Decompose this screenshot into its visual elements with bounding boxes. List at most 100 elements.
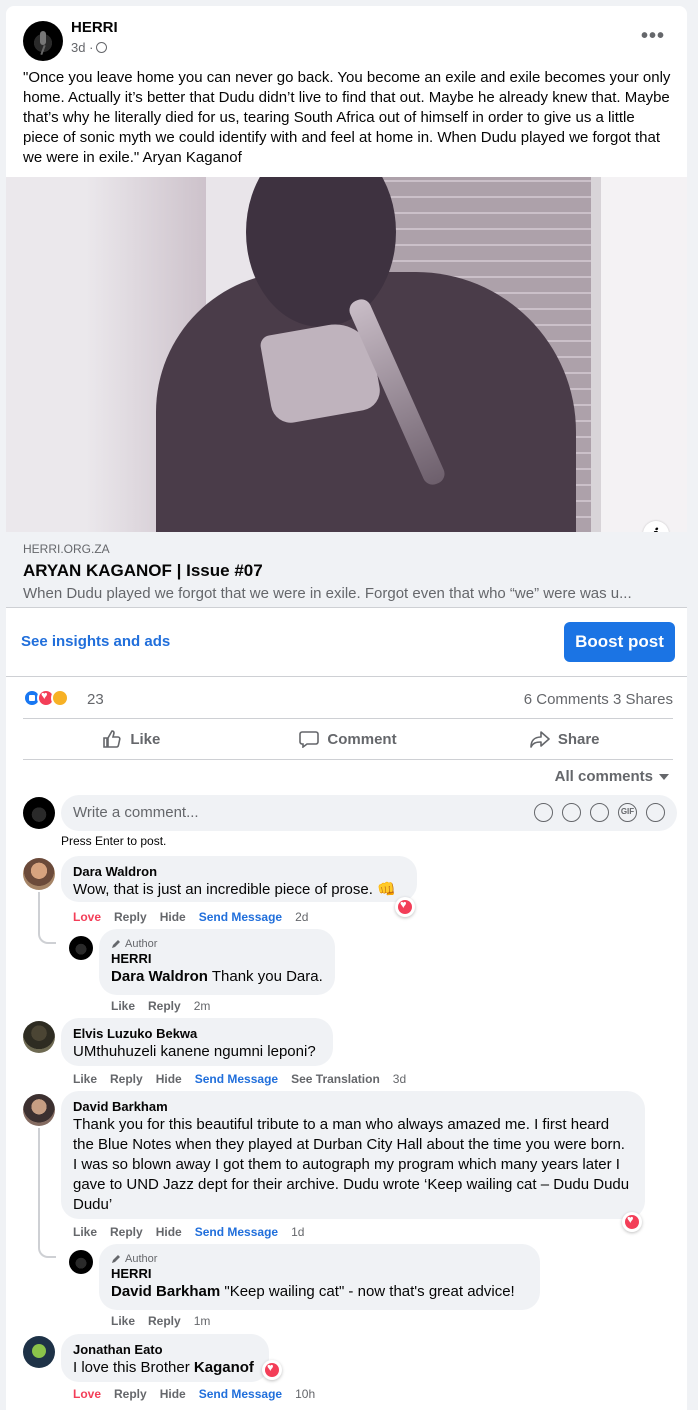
commenter-avatar[interactable]: [23, 858, 55, 890]
reaction-count[interactable]: 23: [87, 691, 104, 708]
author-badge: Author: [111, 1252, 528, 1266]
care-reaction-icon: [51, 689, 69, 707]
love-reaction-badge[interactable]: [622, 1212, 642, 1232]
comment-icon: [299, 731, 320, 748]
pencil-icon: [112, 1255, 120, 1263]
emoji-icon[interactable]: [562, 803, 581, 822]
love-action[interactable]: Love: [73, 1387, 101, 1401]
author-label: Author: [125, 1253, 158, 1265]
commenter-name[interactable]: Jonathan Eato: [73, 1342, 257, 1358]
love-reaction-badge[interactable]: [395, 897, 415, 917]
thread-connector: [38, 1244, 56, 1258]
see-translation-action[interactable]: See Translation: [291, 1072, 380, 1086]
like-action[interactable]: Like: [111, 999, 135, 1013]
comment-text: Thank you for this beautiful tribute to …: [73, 1116, 630, 1213]
comment-time[interactable]: 10h: [295, 1387, 315, 1401]
love-reaction-badge[interactable]: [262, 1360, 282, 1380]
commenter-name[interactable]: David Barkham: [73, 1099, 633, 1115]
commenter-avatar[interactable]: [69, 936, 93, 960]
link-preview[interactable]: HERRI.ORG.ZA ARYAN KAGANOF | Issue #07 W…: [6, 532, 687, 608]
comment-bubble: Elvis Luzuko Bekwa UMthuhuzeli kanene ng…: [61, 1018, 333, 1066]
engagement-counts: 6 Comments 3 Shares: [524, 691, 673, 708]
link-title: ARYAN KAGANOF | Issue #07: [23, 561, 263, 580]
mention-link[interactable]: Dara Waldron: [111, 968, 208, 985]
like-action[interactable]: Like: [73, 1225, 97, 1239]
commenter-name[interactable]: Elvis Luzuko Bekwa: [73, 1026, 321, 1042]
comment-bubble: David Barkham Thank you for this beautif…: [61, 1091, 645, 1219]
comment-bubble: Jonathan Eato I love this Brother Kagano…: [61, 1334, 269, 1382]
reply-action[interactable]: Reply: [110, 1072, 143, 1086]
sticker-icon[interactable]: [646, 803, 665, 822]
more-options-icon[interactable]: •••: [641, 25, 665, 48]
send-message-action[interactable]: Send Message: [195, 1072, 278, 1086]
hide-action[interactable]: Hide: [156, 1225, 182, 1239]
hide-action[interactable]: Hide: [156, 1072, 182, 1086]
share-count[interactable]: 3 Shares: [613, 691, 673, 708]
comment-text: I love this Brother Kaganof: [73, 1358, 257, 1378]
commenter-name[interactable]: Dara Waldron: [73, 864, 405, 880]
press-enter-hint: Press Enter to post.: [61, 834, 167, 848]
post-photo[interactable]: [6, 177, 687, 532]
post-time[interactable]: 3d ·: [71, 40, 93, 55]
commenter-avatar[interactable]: [69, 1250, 93, 1274]
comment-text: Dara Waldron Thank you Dara.: [111, 967, 323, 987]
comment-body: Thank you Dara.: [207, 968, 323, 985]
page-avatar[interactable]: [23, 21, 63, 61]
gif-icon[interactable]: GIF: [618, 803, 637, 822]
commenter-avatar[interactable]: [23, 1094, 55, 1126]
comment-text: Wow, that is just an incredible piece of…: [73, 881, 396, 898]
thread-line: [38, 1128, 40, 1246]
thread-connector: [38, 930, 56, 944]
commenter-avatar[interactable]: [23, 1336, 55, 1368]
comment-count[interactable]: 6 Comments: [524, 691, 609, 708]
comment-actions: Like Reply 1m: [111, 1314, 210, 1328]
reply-action[interactable]: Reply: [114, 1387, 147, 1401]
mention-link[interactable]: Kaganof: [194, 1359, 254, 1376]
boost-post-button[interactable]: Boost post: [564, 622, 675, 662]
reply-action[interactable]: Reply: [148, 1314, 181, 1328]
comment-button[interactable]: Comment: [240, 719, 457, 759]
send-message-action[interactable]: Send Message: [199, 1387, 282, 1401]
comment-bubble: Dara Waldron Wow, that is just an incred…: [61, 856, 417, 902]
camera-icon[interactable]: [590, 803, 609, 822]
reply-action[interactable]: Reply: [114, 910, 147, 924]
avatar-sticker-icon[interactable]: [534, 803, 553, 822]
comment-time[interactable]: 2m: [194, 999, 211, 1013]
like-button[interactable]: Like: [23, 719, 240, 759]
commenter-name[interactable]: HERRI: [111, 951, 323, 967]
hide-action[interactable]: Hide: [160, 910, 186, 924]
reaction-icons[interactable]: [23, 689, 69, 707]
link-description: When Dudu played we forgot that we were …: [23, 585, 632, 602]
see-insights-link[interactable]: See insights and ads: [21, 633, 170, 650]
like-action[interactable]: Like: [111, 1314, 135, 1328]
comment-time[interactable]: 1d: [291, 1225, 304, 1239]
love-action[interactable]: Love: [73, 910, 101, 924]
pencil-icon: [112, 940, 120, 948]
comment-actions: Like Reply 2m: [111, 999, 210, 1013]
comment-time[interactable]: 2d: [295, 910, 308, 924]
commenter-name[interactable]: HERRI: [111, 1266, 528, 1282]
comment-time[interactable]: 1m: [194, 1314, 211, 1328]
commenter-avatar[interactable]: [23, 1021, 55, 1053]
hide-action[interactable]: Hide: [160, 1387, 186, 1401]
like-action[interactable]: Like: [73, 1072, 97, 1086]
send-message-action[interactable]: Send Message: [199, 910, 282, 924]
comment-actions: Like Reply Hide Send Message See Transla…: [73, 1072, 406, 1086]
insights-row: See insights and ads Boost post: [6, 609, 687, 677]
post-header: HERRI 3d · •••: [23, 17, 673, 63]
mention-link[interactable]: David Barkham: [111, 1283, 220, 1300]
comment-time[interactable]: 3d: [393, 1072, 406, 1086]
comment-bubble: Author HERRI David Barkham "Keep wailing…: [99, 1244, 540, 1310]
comment-input[interactable]: Write a comment... GIF: [61, 795, 677, 831]
send-message-action[interactable]: Send Message: [195, 1225, 278, 1239]
reply-action[interactable]: Reply: [148, 999, 181, 1013]
all-comments-dropdown[interactable]: All comments: [555, 768, 669, 785]
comment-actions: Love Reply Hide Send Message 2d: [73, 910, 308, 924]
share-button[interactable]: Share: [456, 719, 673, 759]
page-name[interactable]: HERRI: [71, 19, 118, 36]
globe-icon: [96, 42, 108, 53]
comment-actions: Love Reply Hide Send Message 10h: [73, 1387, 315, 1401]
reply-action[interactable]: Reply: [110, 1225, 143, 1239]
composer-avatar[interactable]: [23, 797, 55, 829]
comment-placeholder: Write a comment...: [73, 804, 199, 821]
